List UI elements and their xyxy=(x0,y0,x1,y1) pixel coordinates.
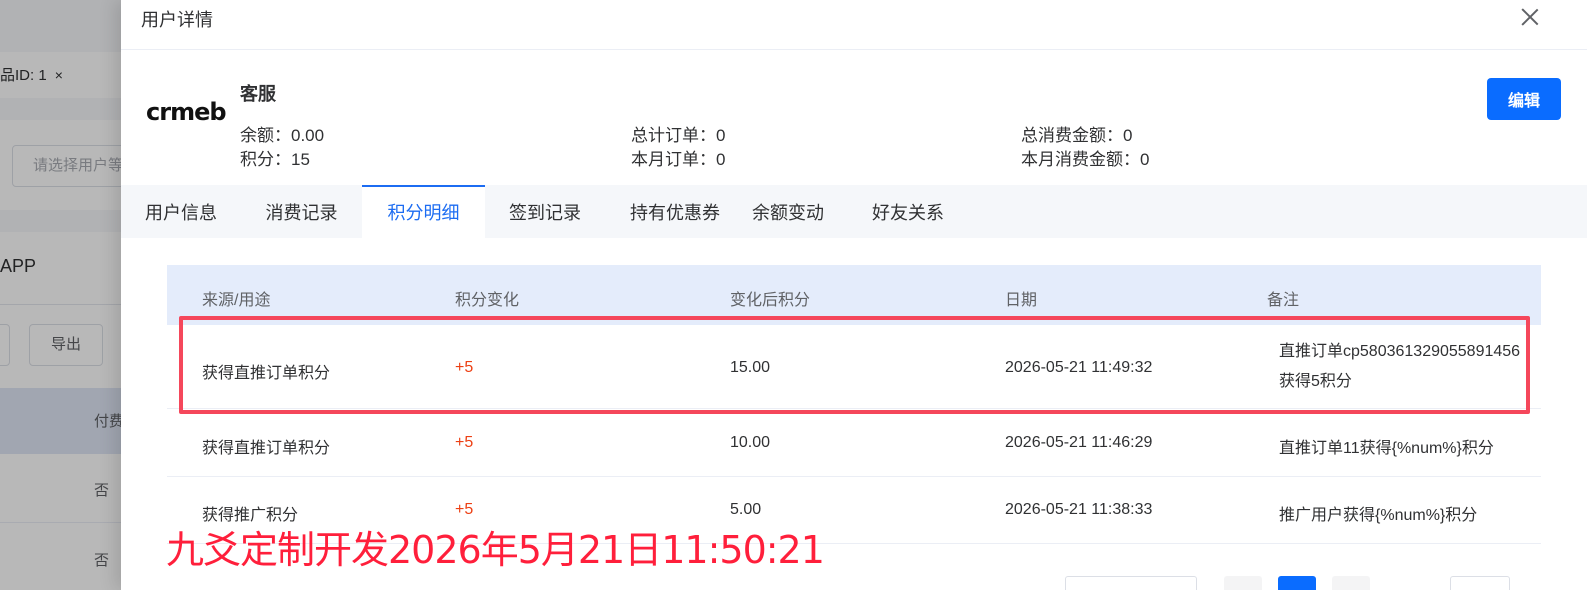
tab-balance-changes[interactable]: 余额变动 xyxy=(728,185,848,238)
tab-coupons[interactable]: 持有优惠券 xyxy=(615,185,735,238)
balance-stat: 余额：0.00 xyxy=(240,126,325,145)
total-spent-stat: 总消费金额：0 xyxy=(1021,126,1133,145)
pagination-next-button[interactable] xyxy=(1332,576,1370,590)
background-header-paid: 付费 xyxy=(94,413,125,430)
cell-note: 推广用户获得{%num%}积分 xyxy=(1279,507,1478,524)
pagination-current-page[interactable] xyxy=(1278,576,1316,590)
drawer-title: 用户详情 xyxy=(141,10,213,30)
pagination-jump-input[interactable] xyxy=(1450,576,1510,590)
user-profile-summary: crmeb 客服 余额：0.00 积分：15 总计订单：0 本月订单：0 总消费… xyxy=(121,51,1587,185)
cell-note: 直推订单cp580361329055891456 获得5积分 xyxy=(1279,337,1520,397)
table-header: 来源/用途 积分变化 变化后积分 日期 备注 xyxy=(167,265,1541,325)
cell-change: +5 xyxy=(455,501,474,518)
detail-tabs: 用户信息 消费记录 积分明细 签到记录 持有优惠券 余额变动 好友关系 xyxy=(121,185,1587,238)
tab-consumption-records[interactable]: 消费记录 xyxy=(241,185,362,238)
cell-note-line: 获得5积分 xyxy=(1279,373,1352,390)
cell-change: +5 xyxy=(455,359,474,376)
watermark-text: 九爻定制开发2026年5月21日11:50:21 xyxy=(166,528,825,572)
background-row-divider xyxy=(0,522,140,523)
cell-date: 2026-05-21 11:49:32 xyxy=(1005,359,1153,376)
column-header-date: 日期 xyxy=(1005,292,1038,309)
tab-user-info[interactable]: 用户信息 xyxy=(121,185,241,238)
background-table-header: 付费 xyxy=(0,388,140,454)
column-header-after: 变化后积分 xyxy=(730,292,811,309)
user-name: 客服 xyxy=(240,84,276,104)
cell-date: 2026-05-21 11:38:33 xyxy=(1005,501,1153,518)
tag-close-icon[interactable]: × xyxy=(55,67,63,83)
cell-note-line: 直推订单cp580361329055891456 xyxy=(1279,343,1521,360)
cell-after: 15.00 xyxy=(730,359,771,376)
month-spent-stat: 本月消费金额：0 xyxy=(1021,150,1150,169)
background-divider xyxy=(0,304,140,305)
column-header-note: 备注 xyxy=(1267,292,1300,309)
user-detail-drawer: 用户详情 crmeb 客服 余额：0.00 积分：15 总计订单：0 本月订单：… xyxy=(121,0,1587,590)
column-header-change: 积分变化 xyxy=(455,292,520,309)
cell-source: 获得直推订单积分 xyxy=(202,440,331,457)
edit-button[interactable]: 编辑 xyxy=(1487,78,1561,120)
close-icon[interactable] xyxy=(1515,2,1545,32)
drawer-header: 用户详情 xyxy=(121,0,1587,50)
total-orders-stat: 总计订单：0 xyxy=(631,126,726,145)
background-section-label: APP xyxy=(0,256,37,276)
tab-sign-in-records[interactable]: 签到记录 xyxy=(485,185,605,238)
tab-points-details[interactable]: 积分明细 xyxy=(362,185,485,238)
cell-note: 直推订单11获得{%num%}积分 xyxy=(1279,440,1494,457)
pagination-prev-button[interactable] xyxy=(1224,576,1262,590)
tab-friend-relations[interactable]: 好友关系 xyxy=(848,185,968,238)
column-header-source: 来源/用途 xyxy=(202,292,271,309)
cell-date: 2026-05-21 11:46:29 xyxy=(1005,434,1153,451)
avatar: crmeb xyxy=(146,98,227,126)
background-cell: 否 xyxy=(94,552,110,569)
cell-source: 获得直推订单积分 xyxy=(202,365,331,382)
export-button[interactable]: 导出 xyxy=(29,324,103,366)
points-stat: 积分：15 xyxy=(240,150,310,169)
table-row: 获得直推订单积分 +5 15.00 2026-05-21 11:49:32 直推… xyxy=(167,325,1541,409)
month-orders-stat: 本月订单：0 xyxy=(631,150,726,169)
background-tag-label: 品ID: 1 xyxy=(0,67,47,84)
cell-after: 5.00 xyxy=(730,501,762,518)
background-cell: 否 xyxy=(94,482,110,499)
table-row: 获得直推订单积分 +5 10.00 2026-05-21 11:46:29 直推… xyxy=(167,409,1541,477)
background-filter-tag[interactable]: 品ID: 1 × xyxy=(0,64,63,85)
cell-after: 10.00 xyxy=(730,434,771,451)
cell-change: +5 xyxy=(455,434,474,451)
page-size-select[interactable] xyxy=(1065,576,1197,590)
background-partial-button[interactable] xyxy=(0,324,10,366)
